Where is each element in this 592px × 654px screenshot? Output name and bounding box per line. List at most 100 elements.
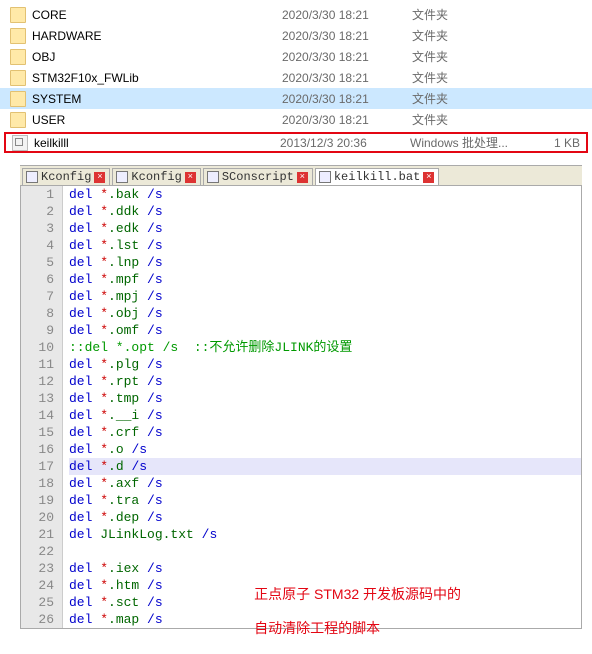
- code-line: del *.edk /s: [69, 220, 581, 237]
- line-number: 23: [25, 560, 54, 577]
- file-name: SYSTEM: [32, 92, 282, 106]
- code-line: del *.__i /s: [69, 407, 581, 424]
- tab[interactable]: Kconfig×: [22, 168, 110, 185]
- code-line: del *.omf /s: [69, 322, 581, 339]
- annotation-line1: 正点原子 STM32 开发板源码中的: [254, 586, 461, 602]
- line-number: 15: [25, 424, 54, 441]
- folder-icon: [10, 49, 26, 65]
- line-number: 26: [25, 611, 54, 628]
- file-date: 2020/3/30 18:21: [282, 29, 402, 43]
- file-date: 2020/3/30 18:21: [282, 50, 402, 64]
- code-line: [69, 543, 581, 560]
- file-name: OBJ: [32, 50, 282, 64]
- file-row[interactable]: STM32F10x_FWLib2020/3/30 18:21文件夹: [0, 67, 592, 88]
- code-line: del *.tmp /s: [69, 390, 581, 407]
- close-icon[interactable]: ×: [185, 172, 196, 183]
- file-icon: [116, 171, 128, 183]
- folder-icon: [10, 112, 26, 128]
- tab[interactable]: Kconfig ×: [112, 168, 200, 185]
- file-row[interactable]: USER2020/3/30 18:21文件夹: [0, 109, 592, 130]
- line-number: 6: [25, 271, 54, 288]
- code-area: 1234567891011121314151617181920212223242…: [20, 186, 582, 629]
- file-type: 文件夹: [402, 27, 532, 44]
- annotation-line2: 自动清除工程的脚本: [254, 620, 380, 636]
- file-name: USER: [32, 113, 282, 127]
- line-number: 1: [25, 186, 54, 203]
- folder-icon: [10, 70, 26, 86]
- tab[interactable]: keilkill.bat×: [315, 168, 439, 185]
- annotation-callout: 正点原子 STM32 开发板源码中的 自动清除工程的脚本: [223, 569, 461, 586]
- file-row[interactable]: OBJ2020/3/30 18:21文件夹: [0, 46, 592, 67]
- file-row[interactable]: SYSTEM2020/3/30 18:21文件夹: [0, 88, 592, 109]
- file-row[interactable]: keilkilll2013/12/3 20:36Windows 批处理...1 …: [4, 132, 588, 153]
- file-name: CORE: [32, 8, 282, 22]
- close-icon[interactable]: ×: [94, 172, 105, 183]
- file-icon: [319, 171, 331, 183]
- line-gutter: 1234567891011121314151617181920212223242…: [21, 186, 63, 628]
- file-row[interactable]: CORE2020/3/30 18:21文件夹: [0, 4, 592, 25]
- file-type: 文件夹: [402, 69, 532, 86]
- line-number: 8: [25, 305, 54, 322]
- code-line: del *.lnp /s: [69, 254, 581, 271]
- code-line: del *.rpt /s: [69, 373, 581, 390]
- file-icon: [26, 171, 38, 183]
- line-number: 22: [25, 543, 54, 560]
- file-name: HARDWARE: [32, 29, 282, 43]
- file-type: 文件夹: [402, 90, 532, 107]
- file-type: 文件夹: [402, 111, 532, 128]
- line-number: 19: [25, 492, 54, 509]
- tab-label: Kconfig: [131, 170, 181, 184]
- code-line: del *.axf /s: [69, 475, 581, 492]
- file-list: CORE2020/3/30 18:21文件夹HARDWARE2020/3/30 …: [0, 0, 592, 159]
- line-number: 14: [25, 407, 54, 424]
- code-line: del *.tra /s: [69, 492, 581, 509]
- line-number: 10: [25, 339, 54, 356]
- file-date: 2020/3/30 18:21: [282, 71, 402, 85]
- code-content[interactable]: del *.bak /sdel *.ddk /sdel *.edk /sdel …: [63, 186, 581, 628]
- code-line: del *.bak /s: [69, 186, 581, 203]
- close-icon[interactable]: ×: [297, 172, 308, 183]
- line-number: 20: [25, 509, 54, 526]
- tab[interactable]: SConscript×: [203, 168, 313, 185]
- line-number: 3: [25, 220, 54, 237]
- batch-file-icon: [12, 135, 28, 151]
- code-line: del *.mpj /s: [69, 288, 581, 305]
- line-number: 9: [25, 322, 54, 339]
- file-date: 2013/12/3 20:36: [280, 136, 400, 150]
- file-date: 2020/3/30 18:21: [282, 8, 402, 22]
- file-date: 2020/3/30 18:21: [282, 92, 402, 106]
- file-row[interactable]: HARDWARE2020/3/30 18:21文件夹: [0, 25, 592, 46]
- file-type: Windows 批处理...: [400, 134, 530, 151]
- close-icon[interactable]: ×: [423, 172, 434, 183]
- tab-label: keilkill.bat: [334, 170, 420, 184]
- editor: Kconfig×Kconfig×SConscript×keilkill.bat×…: [20, 165, 582, 629]
- line-number: 18: [25, 475, 54, 492]
- file-name: keilkilll: [34, 136, 280, 150]
- line-number: 12: [25, 373, 54, 390]
- code-line: del *.o /s: [69, 441, 581, 458]
- file-type: 文件夹: [402, 48, 532, 65]
- line-number: 16: [25, 441, 54, 458]
- file-name: STM32F10x_FWLib: [32, 71, 282, 85]
- line-number: 7: [25, 288, 54, 305]
- line-number: 13: [25, 390, 54, 407]
- code-line: del JLinkLog.txt /s: [69, 526, 581, 543]
- line-number: 25: [25, 594, 54, 611]
- folder-icon: [10, 91, 26, 107]
- code-line: del *.crf /s: [69, 424, 581, 441]
- file-date: 2020/3/30 18:21: [282, 113, 402, 127]
- line-number: 4: [25, 237, 54, 254]
- code-line: del *.plg /s: [69, 356, 581, 373]
- code-line: ::del *.opt /s ::不允许删除JLINK的设置: [69, 339, 581, 356]
- folder-icon: [10, 7, 26, 23]
- line-number: 17: [25, 458, 54, 475]
- code-line: del *.d /s: [69, 458, 581, 475]
- file-icon: [207, 171, 219, 183]
- tab-label: Kconfig: [41, 170, 91, 184]
- code-line: del *.mpf /s: [69, 271, 581, 288]
- code-line: del *.obj /s: [69, 305, 581, 322]
- tab-label: SConscript: [222, 170, 294, 184]
- code-line: del *.lst /s: [69, 237, 581, 254]
- line-number: 24: [25, 577, 54, 594]
- file-type: 文件夹: [402, 6, 532, 23]
